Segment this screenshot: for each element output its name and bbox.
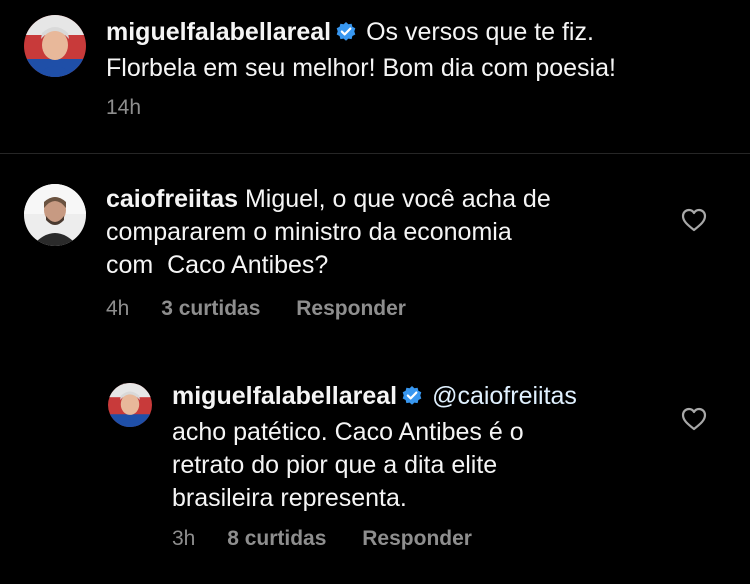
reply-line2: acho patético. Caco Antibes é o [172, 418, 524, 446]
caption-line1: Os versos que te fiz. [366, 18, 594, 46]
reply-mention-link[interactable]: @caiofreiitas [432, 382, 577, 410]
caption-timestamp: 14h [106, 96, 142, 119]
reply-username[interactable]: miguelfalabellareal [172, 382, 397, 410]
comment-line2: compararem o ministro da economia [106, 218, 512, 246]
reply-meta: 3h 8 curtidas Responder [172, 527, 472, 551]
reply-text: miguelfalabellareal @caiofreiitas acho p… [172, 380, 662, 515]
comment-username[interactable]: caiofreiitas [106, 185, 238, 213]
reply-timestamp: 3h [172, 527, 196, 550]
verified-badge-icon [335, 19, 357, 52]
comment-timestamp: 4h [106, 297, 130, 320]
caption-divider [0, 153, 750, 154]
caption-avatar[interactable] [24, 15, 86, 77]
comment-likes-count[interactable]: 3 curtidas [161, 297, 260, 320]
caption-line2: Florbela em seu melhor! Bom dia com poes… [106, 54, 616, 82]
reply-likes-count[interactable]: 8 curtidas [227, 527, 326, 550]
comment-meta: 4h 3 curtidas Responder [106, 297, 406, 321]
reply-line3: retrato do pior que a dita elite [172, 451, 498, 479]
caption-text: miguelfalabellareal Os versos que te fiz… [106, 16, 726, 85]
comment-text: caiofreiitas Miguel, o que você acha de … [106, 183, 666, 282]
comment-reply-button[interactable]: Responder [296, 297, 406, 320]
verified-badge-icon [401, 383, 423, 416]
comment-avatar[interactable] [24, 184, 86, 246]
heart-outline-icon[interactable] [681, 208, 707, 232]
heart-outline-icon[interactable] [681, 407, 707, 431]
reply-reply-button[interactable]: Responder [362, 527, 472, 550]
comment-line1: Miguel, o que você acha de [244, 185, 551, 213]
comment-line3: com Caco Antibes? [106, 251, 329, 279]
caption-username[interactable]: miguelfalabellareal [106, 18, 331, 46]
reply-avatar[interactable] [108, 383, 152, 427]
reply-line4: brasileira representa. [172, 484, 407, 512]
